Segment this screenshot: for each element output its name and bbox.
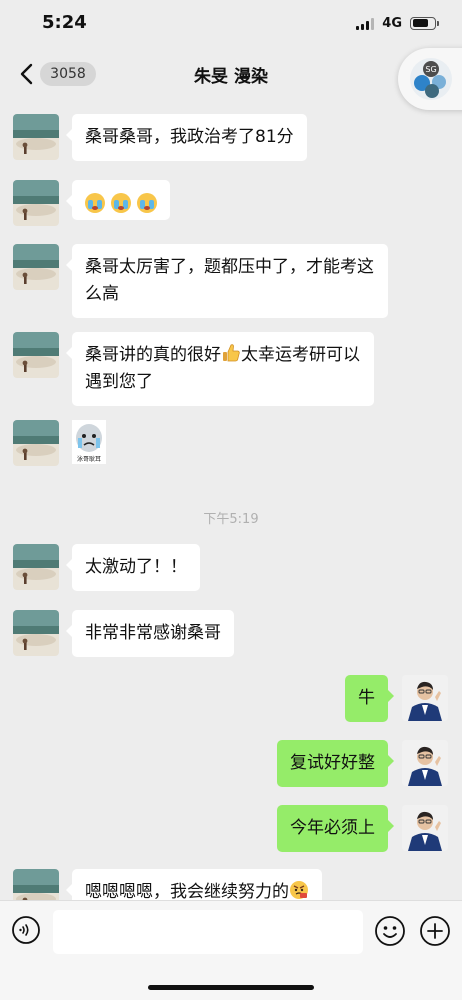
svg-text:SG: SG [425,65,436,74]
sticker-image[interactable]: 泳哥耿耳 [72,420,106,464]
mini-program-icon: SG [410,58,452,100]
chat-title: 朱旻 漫染 [194,67,268,87]
status-bar: 5:24 4G [0,0,462,46]
message-list[interactable]: 桑哥桑哥，我政治考了81分 桑哥太厉害了，题都压中了，才能考这么高 桑哥讲的真的… [0,102,462,900]
thumbs-up-emoji-icon [223,344,240,362]
floating-window-widget[interactable]: SG [398,48,462,110]
message-bubble-self[interactable]: 牛 [345,675,394,722]
battery-icon [410,16,439,30]
contact-avatar[interactable] [13,180,59,226]
home-indicator[interactable] [148,985,314,990]
message-text: 桑哥讲的真的很好 [85,345,221,365]
contact-avatar[interactable] [13,869,59,900]
message-text: 嗯嗯嗯嗯，我会继续努力的 [85,882,289,900]
contact-avatar[interactable] [13,244,59,290]
message-bubble[interactable] [66,180,170,220]
crying-emoji-icon [137,193,157,213]
crying-emoji-icon [85,193,105,213]
voice-icon[interactable] [11,915,41,945]
message-bubble[interactable]: 桑哥讲的真的很好 太幸运考研可以遇到您了 [66,332,374,406]
contact-avatar[interactable] [13,544,59,590]
contact-avatar[interactable] [13,420,59,466]
message-bubble[interactable]: 太激动了！！ [66,544,200,591]
timestamp-divider: 下午5:19 [203,512,259,527]
contact-avatar[interactable] [13,332,59,378]
message-bubble-self[interactable]: 今年必须上 [277,805,394,852]
crying-emoji-icon [111,193,131,213]
self-avatar[interactable] [402,675,448,721]
message-bubble-self[interactable]: 复试好好整 [277,740,394,787]
composer-bar [0,900,462,1000]
plus-icon[interactable] [419,915,451,947]
proud-face-emoji-icon [290,881,308,899]
smiley-icon[interactable] [374,915,406,947]
message-bubble[interactable]: 嗯嗯嗯嗯，我会继续努力的 [66,869,322,900]
self-avatar[interactable] [402,740,448,786]
message-input[interactable] [53,910,363,954]
contact-avatar[interactable] [13,114,59,160]
chat-header: 3058 朱旻 漫染 SG [0,46,462,110]
svg-text:泳哥耿耳: 泳哥耿耳 [77,455,101,463]
status-icons: 4G [356,14,439,32]
message-bubble[interactable]: 桑哥太厉害了，题都压中了，才能考这么高 [66,244,388,318]
self-avatar[interactable] [402,805,448,851]
message-bubble[interactable]: 非常非常感谢桑哥 [66,610,234,657]
status-time: 5:24 [42,12,87,33]
network-label: 4G [382,15,402,31]
contact-avatar[interactable] [13,610,59,656]
signal-icon [356,17,375,30]
message-bubble[interactable]: 桑哥桑哥，我政治考了81分 [66,114,307,161]
